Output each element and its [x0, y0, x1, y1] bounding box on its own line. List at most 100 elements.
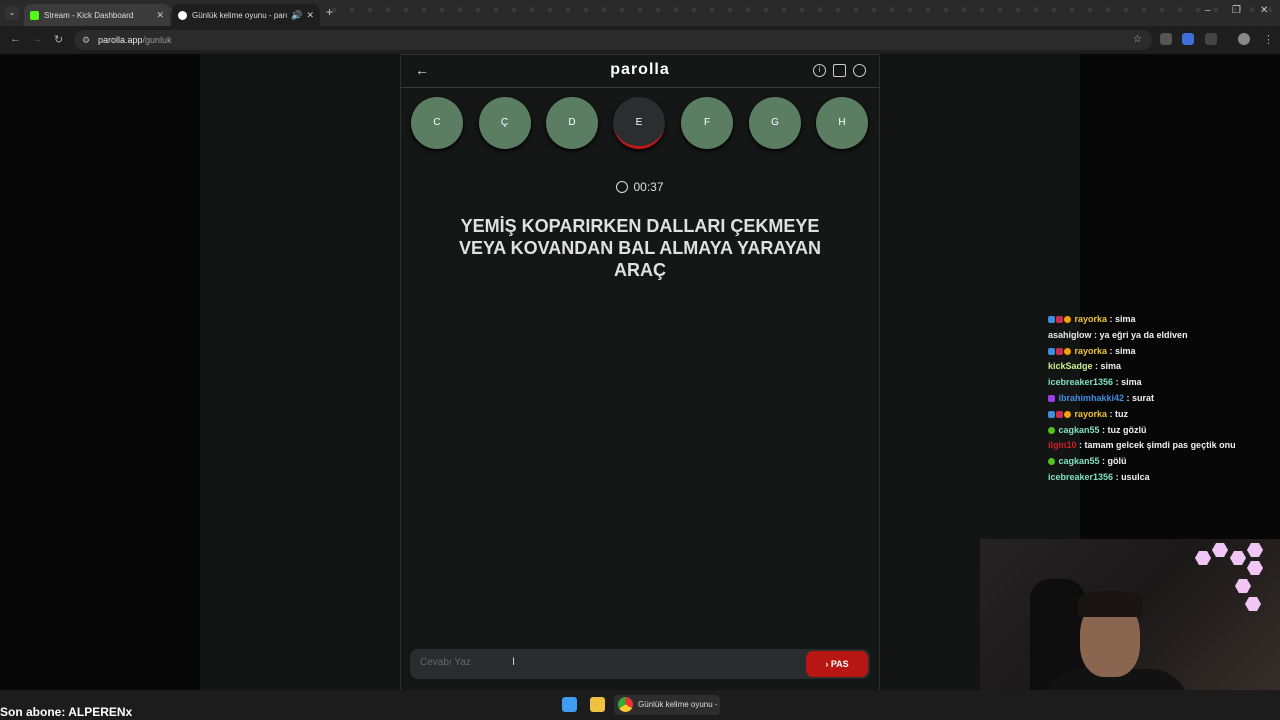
hex-light-icon	[1230, 551, 1246, 565]
tab-title: Stream - Kick Dashboard	[44, 10, 134, 20]
letter-row: C Ç D E F G H	[411, 97, 871, 153]
tab-search-icon[interactable]: ⌄	[5, 6, 19, 20]
close-tab-icon[interactable]: ✕	[306, 10, 314, 21]
url-path: /gunluk	[142, 35, 172, 45]
chat-text: sima	[1115, 345, 1136, 356]
chat-user: ilgin10	[1048, 440, 1077, 451]
extension-icon[interactable]	[1182, 33, 1194, 45]
chat-text: tuz	[1115, 408, 1129, 419]
close-tab-icon[interactable]: ✕	[156, 10, 164, 21]
address-bar[interactable]: ⚙ parolla.app/gunluk ☆	[74, 30, 1152, 50]
clock-icon	[616, 181, 629, 193]
chat-user: asahiglow	[1048, 329, 1092, 340]
text-cursor-icon: I	[512, 656, 516, 668]
letter-e-active: E	[613, 97, 665, 149]
windows-start-icon[interactable]	[562, 697, 577, 712]
badge-icon	[1048, 458, 1055, 466]
letter-c: C	[411, 97, 463, 149]
chrome-icon	[618, 697, 633, 712]
profile-avatar-icon[interactable]	[1238, 33, 1250, 45]
extensions-puzzle-icon[interactable]	[1205, 33, 1217, 45]
site-info-icon[interactable]: ⚙	[82, 30, 90, 50]
chat-message: icebreaker1356 : sima	[1048, 377, 1142, 388]
chat-text: sima	[1100, 361, 1122, 372]
taskbar-window-title: Günlük kelime oyunu - parolla	[638, 700, 720, 709]
kick-favicon-icon	[30, 10, 39, 20]
browser-toolbar: ← → ↻ ⚙ parolla.app/gunluk ☆ ⋮	[0, 26, 1280, 54]
info-icon[interactable]: i	[813, 64, 826, 77]
hex-light-icon	[1195, 551, 1211, 565]
chat-user: ibrahimhakki42	[1058, 392, 1125, 403]
chat-text: tuz gözlü	[1107, 424, 1147, 435]
streamer-hair	[1078, 591, 1142, 617]
tab-title: Günlük kelime oyunu - parolla	[192, 10, 287, 20]
file-explorer-icon[interactable]	[590, 697, 605, 712]
badge-icon	[1048, 316, 1055, 323]
menu-icon[interactable]: ⋮	[1263, 33, 1274, 46]
badge-icon	[1064, 410, 1071, 418]
chat-user: icebreaker1356	[1048, 471, 1114, 482]
profile-icon[interactable]	[853, 64, 866, 77]
last-subscriber-text: Son abone: ALPERENx	[0, 705, 133, 719]
back-icon[interactable]: ←	[10, 33, 21, 45]
tab-parolla[interactable]: Günlük kelime oyunu - parolla 🔊 ✕	[172, 4, 320, 26]
chat-user: cagkan55	[1058, 456, 1100, 467]
audio-icon[interactable]: 🔊	[291, 10, 302, 21]
chat-user: icebreaker1356	[1048, 377, 1114, 388]
stream-chat: rayorka : sima asahiglow : ya eğri ya da…	[1048, 312, 1278, 486]
badge-icon	[1048, 426, 1055, 434]
reload-icon[interactable]: ↻	[54, 33, 63, 46]
extension-icon[interactable]	[1160, 33, 1172, 45]
letter-d: D	[546, 97, 598, 149]
answer-input[interactable]	[420, 657, 780, 668]
chat-message: icebreaker1356 : usulca	[1048, 471, 1150, 482]
timer-value: 00:37	[633, 180, 664, 194]
bookmark-star-icon[interactable]: ☆	[1133, 30, 1142, 50]
chat-message: ilgin10 : tamam gelcek şimdi pas geçtik …	[1048, 440, 1236, 451]
hex-light-icon	[1245, 597, 1261, 611]
chat-message: rayorka : sima	[1048, 312, 1278, 328]
chat-text: sima	[1121, 377, 1142, 388]
chat-message: cagkan55 : gölü	[1048, 454, 1278, 470]
browser-tab-bar: ⌄ Stream - Kick Dashboard ✕ Günlük kelim…	[0, 0, 1280, 26]
chat-user: cagkan55	[1058, 424, 1100, 435]
pass-label: PAS	[830, 659, 849, 669]
badge-icon	[1048, 347, 1055, 355]
badge-icon	[1056, 316, 1063, 323]
badge-icon	[1048, 394, 1055, 402]
chat-message: ibrahimhakki42 : surat	[1048, 391, 1278, 407]
chat-message: rayorka : sima	[1048, 344, 1278, 360]
hex-light-icon	[1247, 561, 1263, 575]
badge-icon	[1056, 347, 1063, 355]
answer-box: I › PAS	[410, 649, 870, 679]
maximize-icon[interactable]: ❐	[1232, 5, 1241, 16]
badge-icon	[1048, 410, 1055, 418]
tab-kick-dashboard[interactable]: Stream - Kick Dashboard ✕	[24, 4, 170, 26]
logo: parolla	[610, 61, 670, 78]
chat-message: asahiglow : ya eğri ya da eldiven	[1048, 329, 1188, 340]
url-host: parolla.app	[98, 35, 143, 45]
hex-light-icon	[1247, 543, 1263, 557]
forward-icon[interactable]: →	[32, 33, 43, 45]
game-panel: ← parolla i C Ç D E F G H 00:37 YEMİŞ KO…	[400, 54, 880, 690]
pass-button[interactable]: › PAS	[806, 651, 868, 677]
hex-light-icon	[1235, 579, 1251, 593]
minimize-icon[interactable]: –	[1205, 5, 1211, 16]
chat-user: rayorka	[1074, 408, 1108, 419]
game-header: ← parolla i	[401, 55, 879, 88]
close-window-icon[interactable]: ✕	[1260, 5, 1268, 16]
letter-g: G	[749, 97, 801, 149]
chat-text: tamam gelcek şimdi pas geçtik onu	[1084, 440, 1236, 451]
new-tab-button[interactable]: +	[326, 5, 333, 19]
chat-user: rayorka	[1074, 345, 1108, 356]
timer: 00:37	[401, 180, 879, 194]
badge-icon	[1064, 316, 1071, 323]
letter-h: H	[816, 97, 868, 149]
chat-user: rayorka	[1074, 314, 1108, 324]
chat-message: cagkan55 : tuz gözlü	[1048, 423, 1278, 439]
letter-f: F	[681, 97, 733, 149]
chat-message: kickSadge : sima	[1048, 361, 1122, 372]
stats-icon[interactable]	[833, 64, 846, 77]
badge-icon	[1056, 410, 1063, 418]
badge-icon	[1064, 347, 1071, 355]
